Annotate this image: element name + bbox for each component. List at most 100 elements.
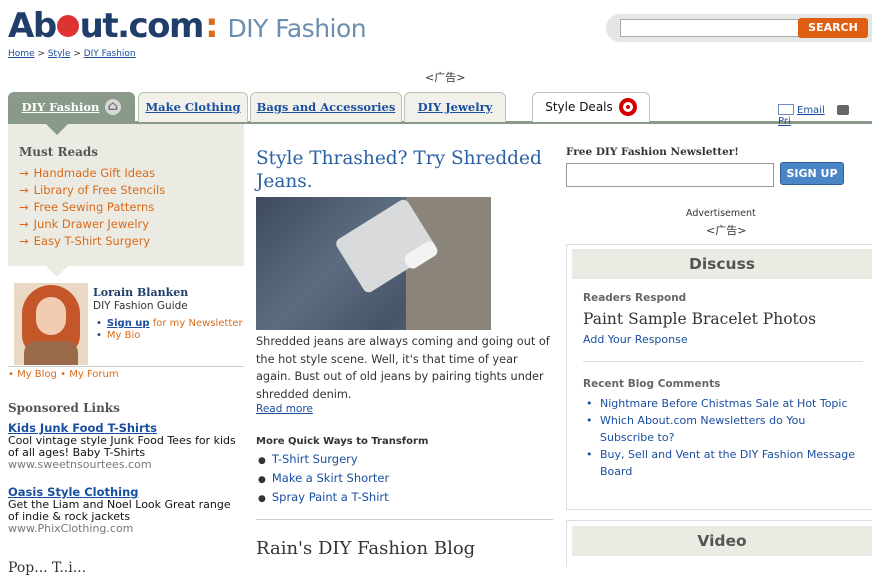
must-read-item[interactable]: → Easy T-Shirt Surgery <box>19 233 165 250</box>
must-read-label: Easy T-Shirt Surgery <box>33 234 151 248</box>
site-section-title: DIY Fashion <box>227 14 367 43</box>
bullet: ● <box>258 494 266 504</box>
more-link[interactable]: Make a Skirt Shorter <box>272 471 389 485</box>
article-title[interactable]: Style Thrashed? Try Shredded Jeans. <box>256 147 552 193</box>
email-link[interactable]: Email <box>797 105 825 116</box>
advertisement-label: Advertisement <box>686 208 756 219</box>
page-tools: Email Pri <box>778 104 872 127</box>
arrow-icon: → <box>19 217 29 231</box>
breadcrumb: Home > Style > DIY Fashion <box>8 49 136 59</box>
divider <box>256 519 553 520</box>
tab-diy-jewelry[interactable]: DIY Jewelry <box>404 92 506 122</box>
search-input[interactable] <box>620 19 800 37</box>
comment-link[interactable]: Buy, Sell and Vent at the DIY Fashion Me… <box>586 446 856 480</box>
sponsored-item: Kids Junk Food T-Shirts Cool vintage sty… <box>8 422 244 471</box>
section-heading-partial: Pop... T..i... <box>8 560 87 576</box>
must-read-label: Free Sewing Patterns <box>33 200 155 214</box>
more-link[interactable]: Spray Paint a T-Shirt <box>272 490 389 504</box>
guide-link-bio[interactable]: • My Bio <box>96 330 243 342</box>
more-ways-list: ● T-Shirt Surgery ● Make a Skirt Shorter ●… <box>258 451 389 508</box>
breadcrumb-home[interactable]: Home <box>8 49 35 59</box>
readers-respond-topic[interactable]: Paint Sample Bracelet Photos <box>583 310 816 328</box>
home-icon <box>105 93 122 121</box>
comment-link[interactable]: Nightmare Before Chistmas Sale at Hot To… <box>586 395 856 412</box>
notch <box>46 124 68 135</box>
bullet: • <box>56 369 70 380</box>
tab-make-clothing[interactable]: Make Clothing <box>138 92 248 122</box>
discuss-title: Discuss <box>572 249 872 279</box>
tab-bar: DIY Fashion Make Clothing Bags and Acces… <box>8 92 872 124</box>
newsletter-email-input[interactable] <box>566 163 774 187</box>
logo-ut: ut.com <box>79 6 205 46</box>
sponsored-desc: Get the Liam and Noel Look Great range o… <box>8 498 231 523</box>
logo-dot-icon <box>56 14 79 37</box>
must-read-label: Junk Drawer Jewelry <box>33 217 150 231</box>
search-bar: SEARCH <box>606 14 872 42</box>
photo-face <box>36 297 66 335</box>
tab-label: DIY Fashion <box>21 100 100 114</box>
email-icon <box>778 104 794 115</box>
divider <box>8 366 244 367</box>
sponsored-item: Oasis Style Clothing Get the Liam and No… <box>8 486 244 535</box>
signup-link[interactable]: Sign up <box>107 318 150 329</box>
arrow-icon: → <box>19 200 29 214</box>
bullet: • <box>96 330 102 341</box>
article-image[interactable] <box>256 197 491 330</box>
blog-title[interactable]: Rain's DIY Fashion Blog <box>256 538 475 559</box>
bullet: ● <box>258 456 266 466</box>
ad-label: <广告> <box>706 224 747 237</box>
tab-diy-fashion[interactable]: DIY Fashion <box>8 92 135 122</box>
signup-button[interactable]: SIGN UP <box>780 162 844 185</box>
must-read-item[interactable]: → Junk Drawer Jewelry <box>19 216 165 233</box>
must-reads-title: Must Reads <box>19 145 99 159</box>
about-logo[interactable]: Ab ut.com: DIY Fashion <box>8 6 367 49</box>
list-item: ● Make a Skirt Shorter <box>258 470 389 489</box>
must-read-item[interactable]: → Handmade Gift Ideas <box>19 165 165 182</box>
logo-colon: : <box>204 6 219 46</box>
my-forum-link[interactable]: My Forum <box>69 369 118 380</box>
arrow-icon: → <box>19 183 29 197</box>
search-button[interactable]: SEARCH <box>798 18 868 38</box>
add-response-link[interactable]: Add Your Response <box>583 333 688 346</box>
readers-respond-title: Readers Respond <box>583 292 687 304</box>
recent-comments-title: Recent Blog Comments <box>583 378 721 390</box>
logo-ab: Ab <box>8 6 57 46</box>
tab-bags-accessories[interactable]: Bags and Accessories <box>250 92 402 122</box>
read-more-link[interactable]: Read more <box>256 403 313 415</box>
must-read-label: Handmade Gift Ideas <box>33 166 156 180</box>
divider <box>583 361 863 362</box>
guide-name[interactable]: Lorain Blanken <box>93 286 188 299</box>
arrow-icon: → <box>19 234 29 248</box>
sponsored-link[interactable]: Kids Junk Food T-Shirts <box>8 421 157 435</box>
breadcrumb-sep: > <box>70 49 84 59</box>
must-read-item[interactable]: → Free Sewing Patterns <box>19 199 165 216</box>
comment-link[interactable]: Which About.com Newsletters do You Subsc… <box>586 412 856 446</box>
sponsored-desc: Cool vintage style Junk Food Tees for ki… <box>8 434 236 459</box>
recent-comments-list: Nightmare Before Chistmas Sale at Hot To… <box>586 395 856 480</box>
bullet: • <box>96 318 102 329</box>
more-ways-title: More Quick Ways to Transform <box>256 436 429 447</box>
target-logo-icon <box>618 97 637 116</box>
signup-rest: for my Newsletter <box>149 318 243 329</box>
sponsored-link[interactable]: Oasis Style Clothing <box>8 485 139 499</box>
must-reads-list: → Handmade Gift Ideas → Library of Free St… <box>19 165 165 250</box>
breadcrumb-diy-fashion[interactable]: DIY Fashion <box>84 49 136 59</box>
breadcrumb-style[interactable]: Style <box>48 49 71 59</box>
tab-label: Style Deals <box>545 100 613 114</box>
video-title: Video <box>572 526 872 556</box>
my-blog-link[interactable]: My Blog <box>17 369 57 380</box>
newsletter-title: Free DIY Fashion Newsletter! <box>566 146 739 158</box>
guide-blog-forum: • My Blog • My Forum <box>8 369 119 380</box>
guide-link-newsletter: • Sign up for my Newsletter <box>96 318 243 330</box>
print-link[interactable]: Pri <box>778 116 791 127</box>
more-link[interactable]: T-Shirt Surgery <box>272 452 358 466</box>
bio-link: My Bio <box>106 330 141 341</box>
sponsored-links-title: Sponsored Links <box>8 401 120 415</box>
sponsored-url[interactable]: www.PhixClothing.com <box>8 522 133 535</box>
must-read-item[interactable]: → Library of Free Stencils <box>19 182 165 199</box>
sponsored-url[interactable]: www.sweetnsourtees.com <box>8 458 152 471</box>
tab-style-deals[interactable]: Style Deals <box>532 92 650 122</box>
guide-photo <box>14 283 88 365</box>
bullet: • <box>8 369 18 380</box>
bullet: ● <box>258 475 266 485</box>
